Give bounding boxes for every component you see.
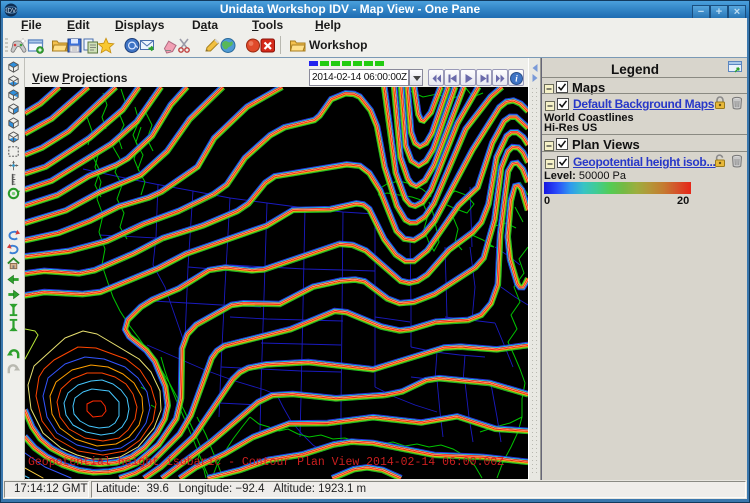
svg-text:Geopotential height isobaric -: Geopotential height isobaric - Contour P…: [28, 456, 504, 469]
